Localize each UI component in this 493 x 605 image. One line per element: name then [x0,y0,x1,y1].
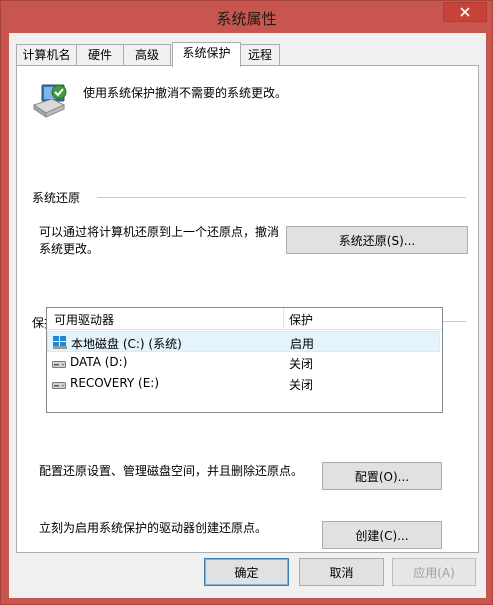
drive-name: 本地磁盘 (C:) (系统) [71,337,182,351]
tab-hardware[interactable]: 硬件 [76,44,124,66]
drive-list[interactable]: 可用驱动器 保护 本地磁盘 (C:) (系统) 启用 DATA (D:) 关闭 … [46,307,443,413]
restore-group-label: 系统还原 [32,191,81,205]
title-bar[interactable]: 系统属性 [1,1,492,34]
restore-description-line1: 可以通过将计算机还原到上一个还原点，撤消 [39,225,280,239]
restore-group-divider [97,197,466,198]
drive-row-d[interactable]: DATA (D:) 关闭 [47,352,440,373]
system-protection-panel: 使用系统保护撤消不需要的系统更改。 系统还原 可以通过将计算机还原到上一个还原点… [16,65,479,553]
drive-status: 关闭 [289,378,314,392]
tab-remote[interactable]: 远程 [240,44,280,66]
system-restore-button[interactable]: 系统还原(S)... [286,226,468,254]
apply-button[interactable]: 应用(A) [392,558,476,586]
close-button[interactable] [443,2,487,22]
drive-icon [52,361,66,368]
ok-button[interactable]: 确定 [204,558,289,586]
tab-advanced[interactable]: 高级 [123,44,171,66]
drive-name: RECOVERY (E:) [70,376,160,390]
create-description: 立刻为启用系统保护的驱动器创建还原点。 [39,521,268,535]
cancel-button[interactable]: 取消 [299,558,384,586]
drive-status: 启用 [290,337,315,351]
system-protection-icon [32,84,67,118]
restore-description-line2: 系统更改。 [39,242,100,256]
configure-description: 配置还原设置、管理磁盘空间，并且删除还原点。 [39,464,304,478]
drive-name: DATA (D:) [70,355,128,369]
intro-text: 使用系统保护撤消不需要的系统更改。 [83,86,288,100]
drive-status: 关闭 [289,357,314,371]
drive-row-e[interactable]: RECOVERY (E:) 关闭 [47,373,440,394]
drive-icon [52,382,66,389]
system-properties-window: 系统属性 计算机名 硬件 高级 系统保护 远程 使用系统保护撤消不需要的系统更改… [0,0,493,605]
dialog-client-area: 计算机名 硬件 高级 系统保护 远程 使用系统保护撤消不需要的系统更改。 系统还… [9,33,486,598]
tab-computer-name[interactable]: 计算机名 [16,44,77,66]
tab-system-protection[interactable]: 系统保护 [172,42,241,67]
close-icon [460,7,470,17]
drive-row-c[interactable]: 本地磁盘 (C:) (系统) 启用 [47,331,440,352]
create-button[interactable]: 创建(C)... [322,521,442,549]
window-title: 系统属性 [216,10,277,28]
column-separator[interactable] [283,308,284,330]
windows-drive-icon [53,336,67,349]
column-header-protection[interactable]: 保护 [289,311,313,328]
column-header-drives[interactable]: 可用驱动器 [54,311,114,328]
drive-list-header: 可用驱动器 保护 [47,308,442,330]
configure-button[interactable]: 配置(O)... [322,462,442,490]
